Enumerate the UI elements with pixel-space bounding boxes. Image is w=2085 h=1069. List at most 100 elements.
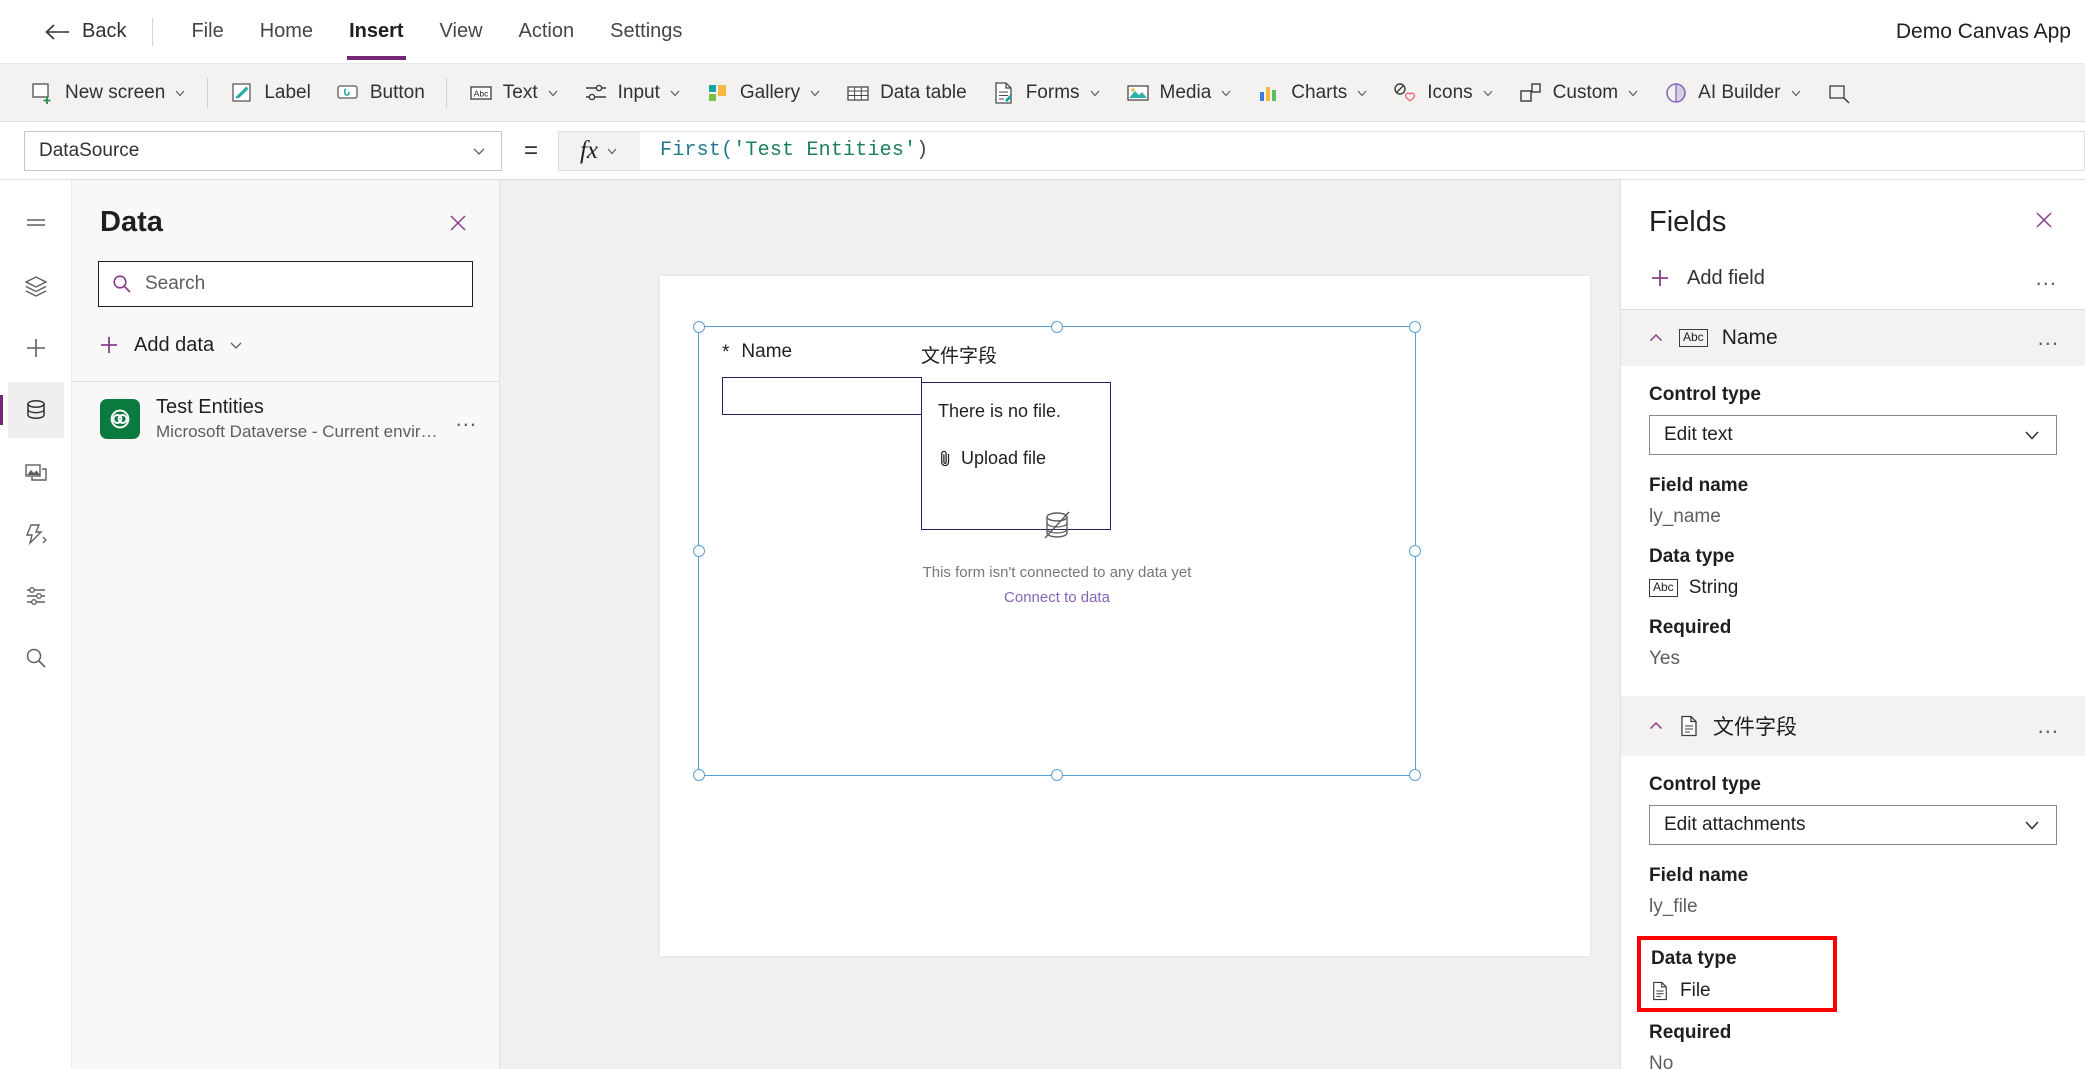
close-icon[interactable] [445,210,471,236]
variables-icon [26,587,45,605]
data-type-value: String [1688,577,1739,598]
ribbon-data-table[interactable]: Data table [833,72,979,114]
ribbon-text[interactable]: Abc Text [456,72,571,114]
chevron-up-icon[interactable] [1647,329,1665,347]
chevron-down-icon [670,90,680,96]
ribbon-ai-builder[interactable]: AI Builder [1651,72,1813,114]
rail-item-media[interactable] [8,444,64,500]
chevron-down-icon [230,342,242,349]
control-type-label: Control type [1649,384,1761,405]
text-icon: Abc [468,80,494,106]
back-button[interactable]: Back [44,20,126,43]
field-group-header-name[interactable]: Abc Name ... [1621,310,2085,366]
app-screen[interactable]: * Name 文件字段 There is no file. Upload fil… [660,276,1590,956]
gallery-icon [705,80,731,106]
data-type-row: File [1651,980,1823,1002]
fx-icon: fx [579,136,599,164]
chevron-down-icon [473,148,485,155]
field-group-header-file[interactable]: 文件字段 ... [1621,696,2085,756]
resize-handle-bottom-right[interactable] [1409,769,1421,781]
back-label: Back [82,20,127,42]
chevron-down-icon [810,90,820,96]
property-dropdown[interactable]: DataSource [24,130,502,171]
data-type-value: File [1680,980,1711,1001]
ribbon-data-table-label: Data table [880,81,967,103]
chevron-down-icon [607,148,617,154]
chevron-down-icon [175,90,185,96]
resize-handle-bottom-left[interactable] [693,769,705,781]
control-type-dropdown[interactable]: Edit text [1649,415,2057,455]
ribbon-overflow[interactable] [1814,72,1864,114]
add-data-button[interactable]: Add data [98,325,473,365]
menu-item-view[interactable]: View [422,14,501,49]
data-table-icon [845,80,871,106]
data-type-label: Data type [1651,948,1737,969]
control-type-dropdown[interactable]: Edit attachments [1649,805,2057,845]
ribbon-gallery[interactable]: Gallery [693,72,833,114]
ribbon-label[interactable]: Label [217,72,323,114]
rail-item-insert[interactable] [8,320,64,376]
file-icon [1653,981,1667,1001]
required-value: Yes [1649,648,1680,669]
fx-button[interactable]: fx [558,130,641,171]
svg-text:Abc: Abc [473,88,488,98]
rail-item-power-automate[interactable] [8,506,64,562]
ribbon-media[interactable]: Media [1113,72,1245,114]
tree-view-icon [23,276,48,297]
field-group-more-button[interactable]: ... [2038,325,2059,351]
form-card-file[interactable]: 文件字段 There is no file. Upload file [921,341,1221,530]
resize-handle-top-left[interactable] [693,321,705,333]
ribbon-new-screen[interactable]: New screen [18,72,198,114]
media-icon [1125,80,1151,106]
ribbon-icons[interactable]: Icons [1380,72,1505,114]
ribbon-input[interactable]: Input [571,72,693,114]
ribbon-charts[interactable]: Charts [1244,72,1380,114]
ribbon-custom[interactable]: Custom [1506,72,1651,114]
no-data-text: This form isn't connected to any data ye… [922,564,1192,581]
field-group-more-button[interactable]: ... [2038,713,2059,739]
rail-item-variables[interactable] [8,568,64,624]
rail-item-search[interactable] [8,630,64,686]
data-type-row: Abc String [1649,577,2057,599]
menu-item-home[interactable]: Home [242,14,331,49]
data-source-item[interactable]: Test Entities Microsoft Dataverse - Curr… [72,382,499,456]
resize-handle-bottom-center[interactable] [1051,769,1063,781]
chevron-up-icon[interactable] [1647,717,1665,735]
field-name-value: ly_name [1649,506,1721,527]
menu-item-file[interactable]: File [173,14,241,49]
rail-item-data[interactable] [0,382,64,438]
left-rail [0,180,72,1069]
menu-divider [152,17,154,46]
abc-icon: Abc [1679,329,1708,347]
name-text-input[interactable] [722,377,922,415]
formula-input[interactable]: First('Test Entities') [640,130,2085,171]
ribbon-forms[interactable]: Forms [979,72,1113,114]
ribbon-button[interactable]: Button [323,72,437,114]
menu-item-settings[interactable]: Settings [592,14,700,49]
edit-form-control[interactable]: * Name 文件字段 There is no file. Upload fil… [693,321,1421,781]
formula-bar: DataSource = fx First('Test Entities') [0,122,2085,180]
app-canvas[interactable]: * Name 文件字段 There is no file. Upload fil… [500,180,1620,1069]
menu-item-insert[interactable]: Insert [331,14,421,60]
add-field-button[interactable]: Add field ... [1621,255,2085,309]
formula-close-paren: ) [916,139,929,162]
rail-item-hamburger[interactable] [8,196,64,252]
input-icon [583,80,609,106]
data-source-name: Test Entities [156,396,264,418]
resize-handle-top-center[interactable] [1051,321,1063,333]
file-field-label: 文件字段 [921,346,998,367]
search-input[interactable]: Search [98,261,473,307]
ribbon-label: New screen [65,81,166,103]
fields-panel-more-button[interactable]: ... [2036,265,2057,291]
power-automate-icon [25,524,47,546]
upload-file-button[interactable]: Upload file [938,448,1110,469]
insert-ribbon: New screen Label Button Abc Text Input G… [0,64,2085,122]
resize-handle-top-right[interactable] [1409,321,1421,333]
menu-item-action[interactable]: Action [501,14,593,49]
rail-item-tree-view[interactable] [8,258,64,314]
close-icon[interactable] [2031,207,2057,238]
control-type-value: Edit attachments [1664,814,1806,835]
data-source-more-button[interactable]: ... [456,406,477,432]
connect-to-data-link[interactable]: Connect to data [1004,589,1110,606]
field-group-body-file: Control type Edit attachments Field name… [1621,756,2085,1069]
